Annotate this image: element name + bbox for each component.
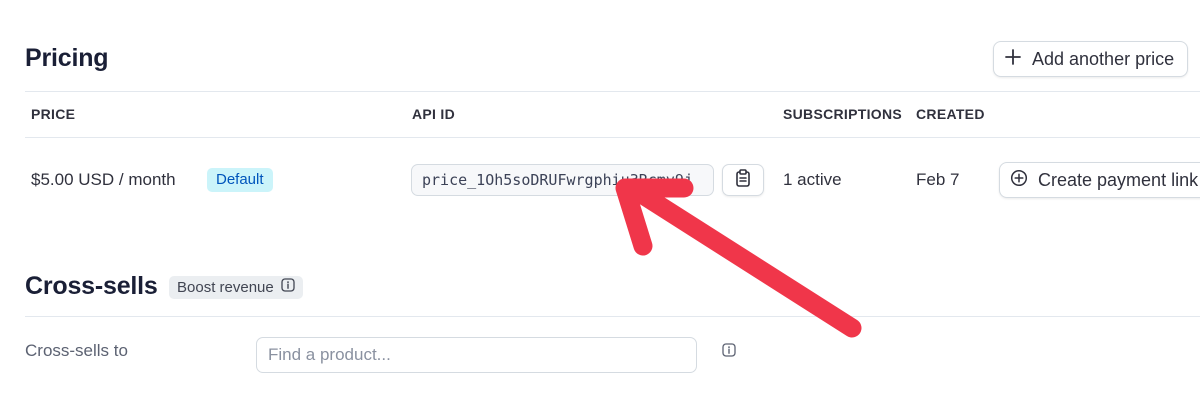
plus-circle-icon bbox=[1010, 169, 1028, 192]
add-another-price-label: Add another price bbox=[1032, 48, 1175, 69]
info-icon[interactable] bbox=[722, 343, 736, 362]
find-product-input[interactable] bbox=[256, 337, 697, 373]
create-payment-link-button[interactable]: Create payment link bbox=[999, 162, 1200, 198]
boost-revenue-label: Boost revenue bbox=[177, 279, 274, 296]
subscriptions-count: 1 active bbox=[783, 170, 842, 189]
header-divider bbox=[25, 91, 1200, 92]
add-another-price-button[interactable]: Add another price bbox=[993, 41, 1188, 77]
default-badge: Default bbox=[207, 168, 273, 192]
cross-sells-title: Cross-sells bbox=[25, 272, 158, 300]
boost-revenue-badge[interactable]: Boost revenue bbox=[169, 276, 303, 299]
copy-api-id-button[interactable] bbox=[722, 164, 764, 196]
column-header-subscriptions: SUBSCRIPTIONS bbox=[783, 106, 903, 122]
cross-sells-divider bbox=[25, 316, 1200, 317]
column-header-created: CREATED bbox=[916, 106, 985, 122]
cross-sells-to-label: Cross-sells to bbox=[25, 341, 128, 360]
api-id-field[interactable]: price_1Oh5soDRUFwrgphiu3Rcmv9j bbox=[411, 164, 714, 196]
pricing-title: Pricing bbox=[25, 44, 109, 72]
created-date: Feb 7 bbox=[916, 170, 960, 189]
clipboard-icon bbox=[735, 168, 751, 192]
column-header-price: PRICE bbox=[31, 106, 76, 122]
info-icon bbox=[281, 276, 295, 299]
price-amount: $5.00 USD / month bbox=[31, 170, 176, 189]
plus-icon bbox=[1004, 48, 1022, 71]
column-header-api-id: API ID bbox=[412, 106, 456, 122]
api-id-value: price_1Oh5soDRUFwrgphiu3Rcmv9j bbox=[422, 171, 693, 189]
create-payment-link-label: Create payment link bbox=[1038, 169, 1199, 190]
column-header-divider bbox=[25, 137, 1200, 138]
